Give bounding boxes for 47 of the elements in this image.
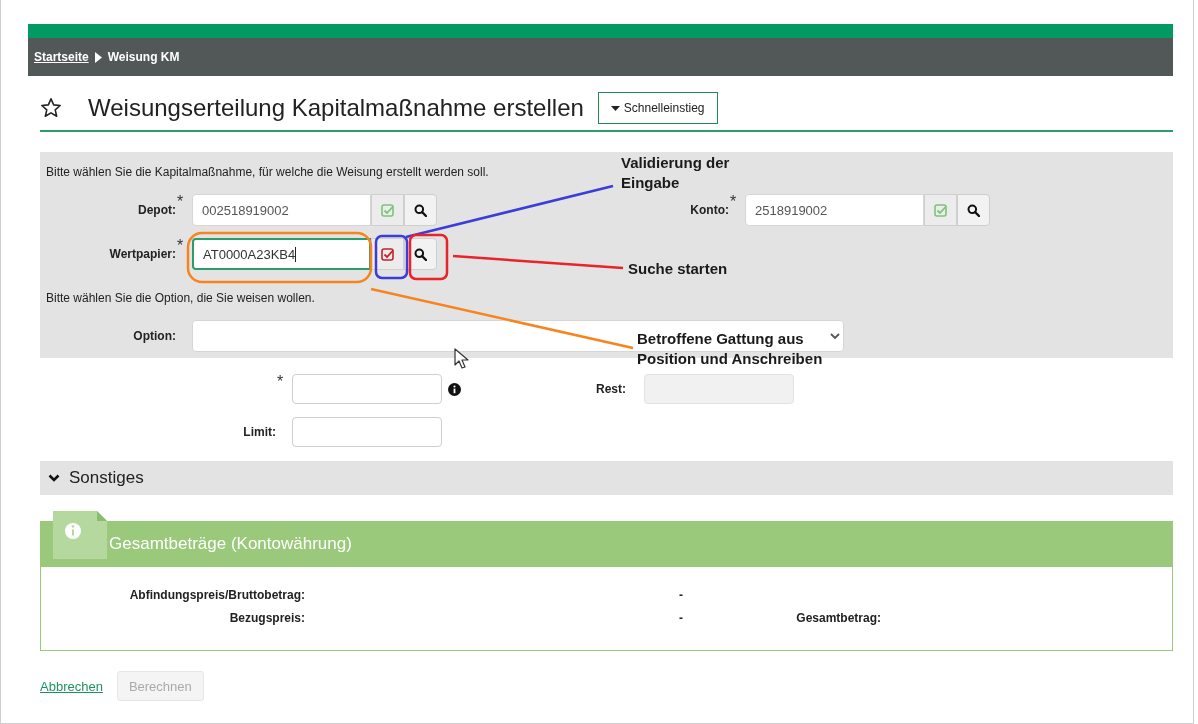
- chevron-icon: [830, 332, 840, 340]
- field-label: Option:: [132, 329, 176, 343]
- input-field[interactable]: 002518919002: [192, 194, 371, 226]
- search-button[interactable]: [957, 194, 990, 226]
- input-field[interactable]: [292, 374, 442, 404]
- search-icon: [414, 247, 427, 261]
- page-title: Weisungserteilung Kapitalmaßnahme erstellen: [88, 94, 584, 122]
- total-label: Abfindungspreis/Bruttobetrag:: [128, 588, 305, 602]
- info-tab-icon: [53, 511, 107, 559]
- required-mark: *: [177, 238, 184, 254]
- annotation-label: Validierung der Eingabe: [621, 153, 731, 193]
- input-field[interactable]: 2518919002: [745, 194, 924, 226]
- total-label: Gesamtbetrag:: [795, 611, 881, 625]
- input-field[interactable]: AT0000A23KB4: [192, 238, 371, 270]
- search-icon: [414, 203, 427, 217]
- caret-icon: [94, 51, 102, 63]
- field-label: Depot:: [137, 203, 176, 217]
- quick-access-button[interactable]: Schnelleinstieg: [597, 92, 718, 124]
- field-label: Rest:: [595, 382, 626, 396]
- total-label: Bezugspreis:: [228, 611, 305, 625]
- star-icon[interactable]: [40, 97, 62, 119]
- total-value: -: [678, 611, 683, 625]
- section-title: Sonstiges: [69, 468, 144, 488]
- breadcrumb-link[interactable]: Startseite: [34, 50, 89, 64]
- instruction-text: Bitte wählen Sie die Option, die Sie weisen wollen.: [45, 290, 316, 306]
- search-icon: [967, 203, 980, 217]
- field-label: Limit:: [242, 425, 276, 439]
- cursor-icon: [454, 348, 470, 370]
- info-icon: [448, 382, 461, 396]
- annotation-label: Suche starten: [628, 259, 729, 279]
- panel-title: Gesamtbeträge (Kontowährung): [109, 534, 352, 554]
- required-mark: *: [730, 194, 737, 210]
- option-dropdown[interactable]: [192, 320, 844, 352]
- required-mark: *: [177, 194, 184, 210]
- chevron-icon: [48, 474, 60, 482]
- section-header[interactable]: Sonstiges: [40, 461, 1173, 495]
- highlight-outline: [408, 233, 449, 281]
- search-button[interactable]: [404, 194, 437, 226]
- total-value: -: [678, 588, 683, 602]
- field-label: Konto:: [689, 203, 729, 217]
- input-field[interactable]: [292, 417, 442, 447]
- required-mark: *: [277, 374, 284, 390]
- cancel-link[interactable]: Abbrechen: [40, 678, 103, 694]
- field-label: Wertpapier:: [108, 247, 176, 261]
- breadcrumb-current: Weisung KM: [107, 50, 180, 64]
- annotation-label: Betroffene Gattung aus Position und Anschreiben: [637, 329, 824, 369]
- caret-icon: [610, 105, 620, 111]
